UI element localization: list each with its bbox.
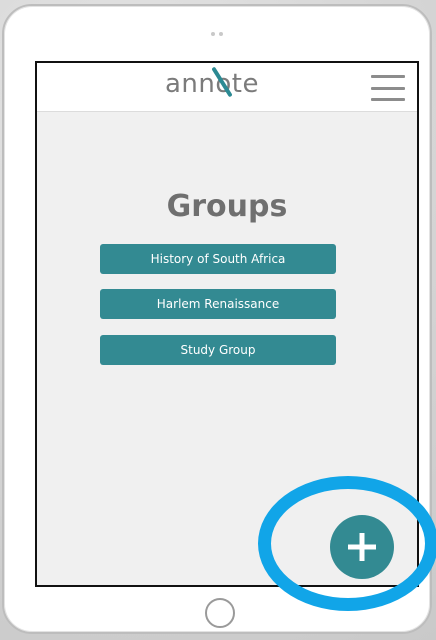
- hamburger-menu-icon[interactable]: [371, 75, 405, 101]
- group-button-history-of-south-africa[interactable]: History of South Africa: [100, 244, 336, 274]
- logo-text: annote: [165, 69, 259, 99]
- group-button-study-group[interactable]: Study Group: [100, 335, 336, 365]
- page-title: Groups: [166, 189, 288, 224]
- app-header: annote: [37, 63, 417, 112]
- home-button[interactable]: [205, 598, 235, 628]
- group-button-harlem-renaissance[interactable]: Harlem Renaissance: [100, 289, 336, 319]
- camera-sensor: [211, 32, 223, 36]
- app-logo[interactable]: annote: [165, 66, 259, 99]
- highlight-circle: [258, 476, 436, 611]
